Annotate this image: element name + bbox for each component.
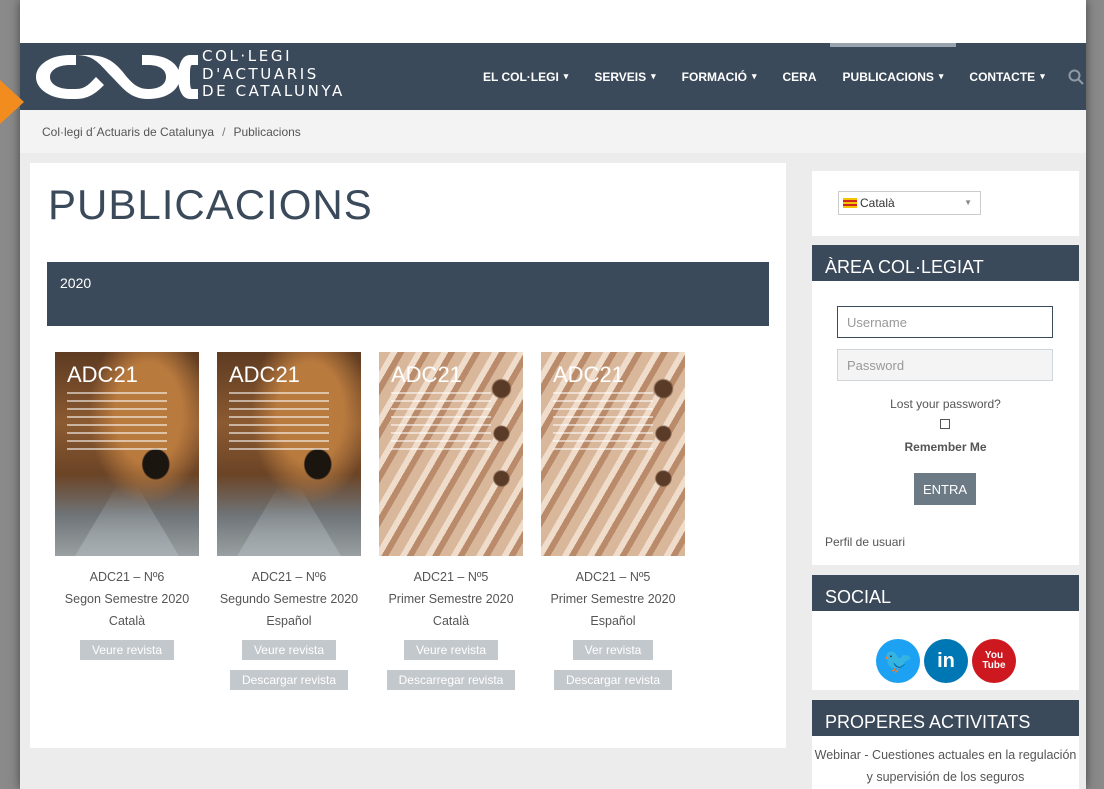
nav-item-publicacions[interactable]: PUBLICACIONS ▾ — [829, 43, 957, 110]
magazine-subtitle: Segon Semestre 2020 — [64, 592, 190, 606]
cover-text-lines — [67, 392, 167, 456]
logo-line-2: D'ACTUARIS — [202, 64, 319, 83]
member-area-heading: ÀREA COL·LEGIAT — [812, 245, 1079, 281]
main-content: PUBLICACIONS 2020 ADC21 ADC21 – Nº6 Sego… — [30, 163, 786, 748]
magazine-card: ADC21 ADC21 – Nº6 Segundo Semestre 2020 … — [204, 352, 374, 690]
magazine-card: ADC21 ADC21 – Nº6 Segon Semestre 2020 Ca… — [42, 352, 212, 660]
twitter-icon[interactable]: 🐦 — [876, 639, 920, 683]
view-magazine-button[interactable]: Veure revista — [403, 640, 499, 660]
magazine-subtitle: Primer Semestre 2020 — [388, 592, 514, 606]
breadcrumb-current: Publicacions — [233, 124, 301, 139]
remember-me-label: Remember Me — [904, 440, 987, 454]
social-icons: 🐦 in You Tube — [876, 639, 1016, 683]
cover-title: ADC21 — [553, 362, 624, 387]
year-section-header: 2020 — [47, 262, 769, 326]
download-magazine-button[interactable]: Descarregar revista — [386, 670, 516, 690]
cover-text-lines — [229, 392, 329, 456]
cover-text-lines — [391, 392, 491, 456]
cac-logo-mark — [36, 55, 198, 99]
nav-item-label: CONTACTE — [969, 69, 1036, 84]
nav-item-label: SERVEIS — [594, 69, 647, 84]
magazine-card: ADC21 ADC21 – Nº5 Primer Semestre 2020 E… — [528, 352, 698, 690]
caret-down-icon: ▾ — [751, 71, 757, 81]
social-heading: SOCIAL — [812, 575, 1079, 611]
nav-item-serveis[interactable]: SERVEIS ▾ — [581, 43, 668, 110]
cover-title: ADC21 — [67, 362, 138, 387]
lost-password-link[interactable]: Lost your password? — [812, 397, 1079, 411]
social-widget: SOCIAL 🐦 in You Tube — [812, 575, 1079, 690]
magazine-title: ADC21 – Nº5 — [575, 570, 651, 584]
username-input[interactable]: Username — [837, 306, 1053, 338]
youtube-icon[interactable]: You Tube — [972, 639, 1016, 683]
magazine-language: Español — [590, 614, 636, 628]
caret-down-icon: ▾ — [938, 71, 944, 81]
browser-page: COL·LEGI D'ACTUARIS DE CATALUNYA EL COL·… — [20, 0, 1086, 789]
year-label: 2020 — [60, 275, 92, 291]
cover-text-lines — [553, 392, 653, 456]
activity-item-link[interactable]: Webinar - Cuestiones actuales en la regu… — [812, 744, 1079, 788]
language-selected: Català — [860, 196, 895, 210]
user-profile-link[interactable]: Perfil de usuari — [825, 535, 905, 549]
magazine-cover[interactable]: ADC21 — [217, 352, 361, 556]
magazine-language: Català — [108, 614, 146, 628]
top-white-strip — [20, 0, 1086, 43]
nav-item-label: EL COL·LEGI — [483, 69, 559, 84]
remember-me-checkbox[interactable] — [940, 419, 950, 429]
nav-item-label: PUBLICACIONS — [842, 69, 934, 84]
caret-down-icon: ▾ — [1040, 71, 1045, 81]
caret-down-icon: ▾ — [563, 71, 569, 81]
nav-item-label: FORMACIÓ — [681, 69, 747, 84]
download-magazine-button[interactable]: Descargar revista — [553, 670, 673, 690]
nav-item-formacio[interactable]: FORMACIÓ ▾ — [669, 43, 770, 110]
magazine-cover[interactable]: ADC21 — [379, 352, 523, 556]
view-magazine-button[interactable]: Veure revista — [79, 640, 175, 660]
catalan-flag-icon — [843, 198, 857, 208]
logo-wordmark: COL·LEGI D'ACTUARIS DE CATALUNYA — [202, 47, 345, 101]
logo-line-1: COL·LEGI — [202, 47, 293, 65]
breadcrumb-home-link[interactable]: Col·legi d´Actuaris de Catalunya — [42, 125, 214, 139]
magazine-cover[interactable]: ADC21 — [55, 352, 199, 556]
view-magazine-button[interactable]: Veure revista — [241, 640, 337, 660]
nav-item-contacte[interactable]: CONTACTE ▾ — [956, 43, 1057, 110]
cover-title: ADC21 — [391, 362, 462, 387]
magazine-subtitle: Segundo Semestre 2020 — [219, 592, 359, 606]
caret-down-icon: ▾ — [651, 71, 656, 81]
magazine-cover[interactable]: ADC21 — [541, 352, 685, 556]
main-navbar: COL·LEGI D'ACTUARIS DE CATALUNYA EL COL·… — [20, 43, 1086, 110]
nav-item-cera[interactable]: CERA — [770, 43, 830, 110]
login-button[interactable]: ENTRA — [914, 473, 976, 505]
language-widget: Català ▼ — [812, 171, 1079, 236]
logo-line-3: DE CATALUNYA — [202, 82, 345, 100]
nav-item-el-collegi[interactable]: EL COL·LEGI ▾ — [470, 43, 581, 110]
breadcrumb: Col·legi d´Actuaris de Catalunya / Publi… — [20, 110, 1086, 153]
magnifier-icon — [1068, 69, 1084, 85]
magazine-language: Català — [432, 614, 470, 628]
nav-item-label: CERA — [782, 69, 817, 84]
member-area-widget: ÀREA COL·LEGIAT Username Password Lost y… — [812, 245, 1079, 565]
magazine-title: ADC21 – Nº6 — [89, 570, 165, 584]
view-magazine-button[interactable]: Ver revista — [572, 640, 654, 660]
language-select[interactable]: Català ▼ — [838, 191, 981, 215]
search-icon[interactable] — [1058, 43, 1086, 110]
magazine-card: ADC21 ADC21 – Nº5 Primer Semestre 2020 C… — [366, 352, 536, 690]
linkedin-icon[interactable]: in — [924, 639, 968, 683]
magazine-title: ADC21 – Nº6 — [251, 570, 327, 584]
breadcrumb-separator: / — [222, 124, 226, 139]
password-input[interactable]: Password — [837, 349, 1053, 381]
activities-heading: PROPERES ACTIVITATS — [812, 700, 1079, 736]
magazine-subtitle: Primer Semestre 2020 — [550, 592, 676, 606]
site-logo[interactable]: COL·LEGI D'ACTUARIS DE CATALUNYA — [30, 43, 370, 110]
magazine-title: ADC21 – Nº5 — [413, 570, 489, 584]
magazine-language: Español — [266, 614, 312, 628]
download-magazine-button[interactable]: Descargar revista — [229, 670, 349, 690]
upcoming-activities-widget: PROPERES ACTIVITATS Webinar - Cuestiones… — [812, 700, 1079, 789]
page-title: PUBLICACIONS — [48, 181, 373, 228]
cover-title: ADC21 — [229, 362, 300, 387]
nav-menu: EL COL·LEGI ▾ SERVEIS ▾ FORMACIÓ ▾ CERA … — [470, 43, 1086, 110]
orange-pointer-marker — [0, 80, 24, 124]
caret-down-icon: ▼ — [964, 198, 972, 207]
